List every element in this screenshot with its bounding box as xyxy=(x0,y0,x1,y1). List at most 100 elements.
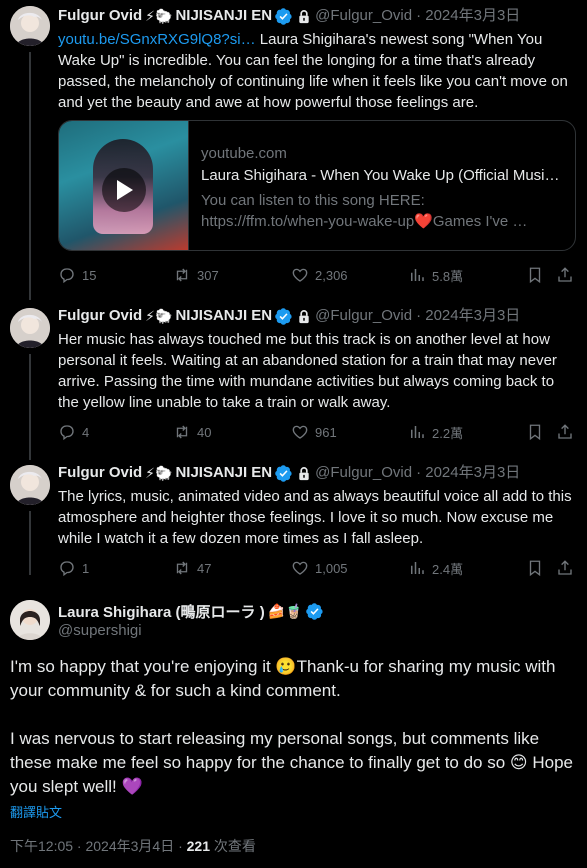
views-button[interactable]: 2.4萬 xyxy=(408,558,463,578)
author-handle[interactable]: @Fulgur_Ovid xyxy=(315,6,412,26)
author-handle[interactable]: @Fulgur_Ovid xyxy=(315,306,412,326)
author-emoji: ⚡🐑 xyxy=(145,308,173,324)
reply-button[interactable]: 1 xyxy=(58,558,89,578)
tweet-text: youtu.be/SGnxRXG9lQ8?si… Laura Shigihara… xyxy=(58,29,578,113)
share-icon xyxy=(556,559,574,577)
play-icon[interactable] xyxy=(102,168,146,212)
card-description: You can listen to this song HERE: https:… xyxy=(201,192,528,230)
translate-post-link[interactable]: 翻譯貼文 xyxy=(10,802,62,821)
author-name[interactable]: Fulgur Ovid xyxy=(58,463,142,483)
verified-badge-icon[interactable] xyxy=(275,8,292,25)
share-icon xyxy=(556,423,574,441)
reply-button[interactable]: 4 xyxy=(58,422,89,442)
repost-button[interactable]: 47 xyxy=(173,558,211,578)
lock-icon xyxy=(297,9,311,24)
repost-count: 40 xyxy=(197,424,212,440)
like-icon xyxy=(291,266,309,284)
tweet-header: Fulgur Ovid ⚡🐑 NIJISANJI EN @Fulgur_Ovid… xyxy=(58,463,520,483)
bookmark-button[interactable] xyxy=(526,265,544,285)
like-count: 961 xyxy=(315,424,337,440)
share-button[interactable] xyxy=(556,265,574,285)
lock-icon xyxy=(297,309,311,324)
repost-count: 47 xyxy=(197,560,212,576)
author-suffix[interactable]: NIJISANJI EN xyxy=(175,6,272,26)
repost-icon xyxy=(173,266,191,284)
repost-button[interactable]: 307 xyxy=(173,265,219,285)
author-emoji: ⚡🐑 xyxy=(145,8,173,24)
like-count: 1,005 xyxy=(315,560,348,576)
reply-count: 4 xyxy=(82,424,90,440)
views-count: 2.4萬 xyxy=(432,561,464,577)
video-thumbnail[interactable] xyxy=(59,121,189,250)
author-emoji: ⚡🐑 xyxy=(145,465,173,481)
reply-icon xyxy=(58,423,76,441)
tweet-date[interactable]: · 2024年3月3日 xyxy=(416,6,520,26)
reply-icon xyxy=(58,266,76,284)
main-author-handle[interactable]: @supershigi xyxy=(58,622,142,639)
bookmark-icon xyxy=(526,423,544,441)
purple-heart-emoji: 💜 xyxy=(121,777,143,796)
like-count: 2,306 xyxy=(315,267,348,283)
main-author-name-text[interactable]: Laura Shigihara (鴫原ローラ ) xyxy=(58,601,265,622)
tweet-header: Fulgur Ovid ⚡🐑 NIJISANJI EN @Fulgur_Ovid… xyxy=(58,6,520,26)
like-button[interactable]: 961 xyxy=(291,422,337,442)
views-count: 5.8萬 xyxy=(432,268,464,284)
views-button[interactable]: 5.8萬 xyxy=(408,265,463,285)
like-button[interactable]: 2,306 xyxy=(291,265,348,285)
thread-line xyxy=(29,354,31,460)
verified-badge-icon[interactable] xyxy=(275,308,292,325)
lock-icon xyxy=(297,466,311,481)
thread-line xyxy=(29,52,31,300)
repost-button[interactable]: 40 xyxy=(173,422,211,442)
author-handle[interactable]: @Fulgur_Ovid xyxy=(315,463,412,483)
smile-emoji: 😊 xyxy=(509,753,528,772)
main-tweet-text: I'm so happy that you're enjoying it 🥲Th… xyxy=(10,657,574,796)
link-preview-card[interactable]: youtube.com Laura Shigihara - When You W… xyxy=(58,120,576,251)
bookmark-icon xyxy=(526,559,544,577)
author-suffix[interactable]: NIJISANJI EN xyxy=(175,306,272,326)
share-button[interactable] xyxy=(556,422,574,442)
tweet-link[interactable]: youtu.be/SGnxRXG9lQ8?si… xyxy=(58,31,256,48)
views-count: 2.2萬 xyxy=(432,425,464,441)
views-icon xyxy=(408,423,426,441)
post-timestamp[interactable]: 下午12:05 · 2024年3月4日 · xyxy=(10,838,187,854)
thread-line xyxy=(29,511,31,575)
verified-badge-icon[interactable] xyxy=(275,465,292,482)
repost-icon xyxy=(173,423,191,441)
tweet-date[interactable]: · 2024年3月3日 xyxy=(416,463,520,483)
tweet-actions: 15 307 2,306 5.8萬 xyxy=(58,265,578,285)
repost-icon xyxy=(173,559,191,577)
tweet-text: Her music has always touched me but this… xyxy=(58,331,557,411)
avatar[interactable] xyxy=(10,308,50,348)
reply-count: 1 xyxy=(82,560,90,576)
like-icon xyxy=(291,423,309,441)
author-name[interactable]: Fulgur Ovid xyxy=(58,6,142,26)
bookmark-button[interactable] xyxy=(526,422,544,442)
avatar[interactable] xyxy=(10,6,50,46)
reply-icon xyxy=(58,559,76,577)
main-author-name[interactable]: Laura Shigihara (鴫原ローラ ) 🍰🧋 xyxy=(58,601,323,622)
share-button[interactable] xyxy=(556,558,574,578)
like-button[interactable]: 1,005 xyxy=(291,558,348,578)
repost-count: 307 xyxy=(197,267,219,283)
verified-badge-icon[interactable] xyxy=(306,603,323,620)
views-button[interactable]: 2.2萬 xyxy=(408,422,463,442)
bookmark-icon xyxy=(526,266,544,284)
main-author-emoji: 🍰🧋 xyxy=(267,603,303,619)
tweet-actions: 4 40 961 2.2萬 xyxy=(58,422,578,442)
heart-emoji: ❤️ xyxy=(414,213,433,230)
author-suffix[interactable]: NIJISANJI EN xyxy=(175,463,272,483)
share-icon xyxy=(556,266,574,284)
author-name[interactable]: Fulgur Ovid xyxy=(58,306,142,326)
card-title: Laura Shigihara - When You Wake Up (Offi… xyxy=(201,167,560,184)
views-icon xyxy=(408,266,426,284)
avatar[interactable] xyxy=(10,465,50,505)
tweet-date[interactable]: · 2024年3月3日 xyxy=(416,306,520,326)
bookmark-button[interactable] xyxy=(526,558,544,578)
main-avatar[interactable] xyxy=(10,600,50,640)
views-icon xyxy=(408,559,426,577)
reply-count: 15 xyxy=(82,267,97,283)
reply-button[interactable]: 15 xyxy=(58,265,96,285)
tweet-actions: 1 47 1,005 2.4萬 xyxy=(58,558,578,578)
smile-tear-emoji: 🥲 xyxy=(275,657,297,676)
